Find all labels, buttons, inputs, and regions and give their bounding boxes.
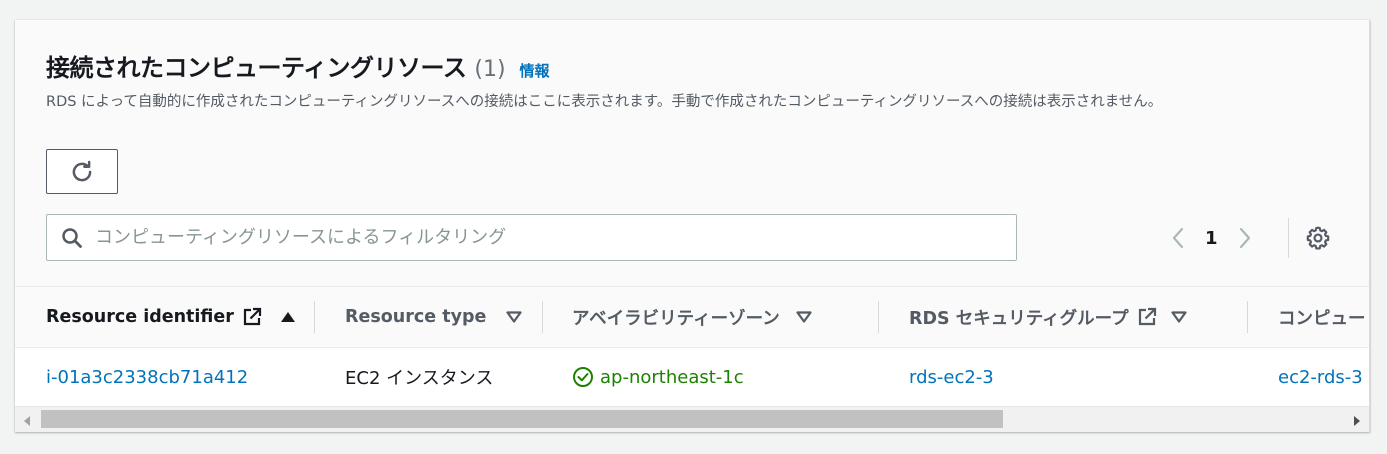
- external-link-icon: [242, 307, 262, 327]
- chevron-left-icon: [1172, 227, 1184, 249]
- column-header-resource-type[interactable]: Resource type: [345, 287, 522, 347]
- search-input[interactable]: [93, 226, 997, 249]
- column-resizer[interactable]: [542, 301, 543, 333]
- column-label: Resource identifier: [46, 307, 234, 327]
- cell-resource-identifier-link[interactable]: i-01a3c2338cb71a412: [46, 348, 248, 406]
- cell-compute-security-group-link[interactable]: ec2-rds-3: [1278, 348, 1363, 406]
- search-field[interactable]: [46, 214, 1017, 261]
- column-label: コンピュー: [1278, 308, 1366, 329]
- next-page-button[interactable]: [1232, 222, 1258, 254]
- panel-header: 接続されたコンピューティングリソース (1) 情報 RDS によって自動的に作成…: [46, 48, 1346, 113]
- pagination: 1: [1165, 222, 1258, 254]
- chevron-right-icon: [1239, 227, 1250, 249]
- cell-rds-security-group-link[interactable]: rds-ec2-3: [909, 348, 994, 406]
- toolbar-divider: [1288, 218, 1289, 258]
- sort-icon[interactable]: [1171, 311, 1187, 323]
- column-resizer[interactable]: [878, 301, 879, 333]
- scrollbar-thumb[interactable]: [41, 410, 1003, 428]
- column-header-availability-zone[interactable]: アベイラビリティーゾーン: [572, 287, 812, 347]
- column-label: RDS セキュリティグループ: [909, 308, 1129, 329]
- title-row: 接続されたコンピューティングリソース (1) 情報: [46, 48, 1346, 83]
- column-header-compute-security-group[interactable]: コンピュー: [1278, 287, 1366, 347]
- scroll-left-arrow-icon[interactable]: [21, 413, 33, 427]
- column-header-rds-security-group[interactable]: RDS セキュリティグループ: [909, 287, 1187, 347]
- external-link-icon: [1137, 307, 1157, 327]
- search-icon: [61, 227, 83, 249]
- cell-availability-zone: ap-northeast-1c: [572, 348, 744, 406]
- column-label: アベイラビリティーゾーン: [572, 308, 780, 329]
- column-header-resource-identifier[interactable]: Resource identifier: [46, 287, 296, 347]
- scroll-right-arrow-icon[interactable]: [1351, 413, 1363, 427]
- info-link[interactable]: 情報: [520, 60, 550, 81]
- sort-ascending-icon[interactable]: [280, 311, 296, 323]
- column-resizer[interactable]: [1247, 301, 1248, 333]
- resource-count: (1): [474, 57, 506, 82]
- settings-gear-icon[interactable]: [1305, 225, 1331, 251]
- refresh-icon: [69, 159, 95, 185]
- panel-description: RDS によって自動的に作成されたコンピューティングリソースへの接続はここに表示…: [46, 94, 1163, 110]
- availability-zone-text: ap-northeast-1c: [600, 366, 744, 388]
- sort-icon[interactable]: [506, 311, 522, 323]
- column-label: Resource type: [345, 307, 487, 327]
- previous-page-button[interactable]: [1165, 222, 1191, 254]
- page-number-current[interactable]: 1: [1205, 228, 1218, 249]
- table-header: Resource identifier Resource type アベイラビリ…: [15, 287, 1369, 348]
- table-row: i-01a3c2338cb71a412 EC2 インスタンス ap-northe…: [15, 348, 1369, 406]
- connected-compute-resources-panel: 接続されたコンピューティングリソース (1) 情報 RDS によって自動的に作成…: [15, 20, 1370, 432]
- sort-icon[interactable]: [796, 311, 812, 323]
- status-success-icon: [572, 366, 594, 388]
- column-resizer[interactable]: [314, 301, 315, 333]
- cell-resource-type: EC2 インスタンス: [345, 368, 494, 389]
- panel-title: 接続されたコンピューティングリソース: [46, 54, 467, 82]
- refresh-button[interactable]: [46, 149, 118, 194]
- horizontal-scrollbar[interactable]: [15, 406, 1369, 432]
